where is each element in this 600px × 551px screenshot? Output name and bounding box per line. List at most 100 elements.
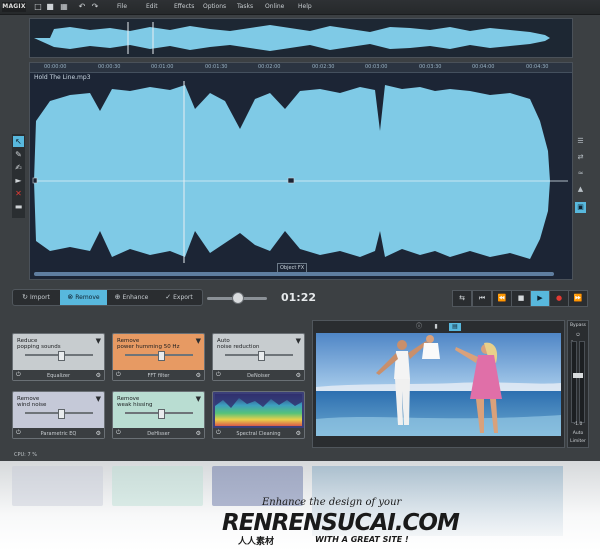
waveform-editor[interactable]: 00:00:00 00:00:30 00:01:00 00:01:30 00:0…: [29, 62, 573, 280]
video-view-icon[interactable]: ▤: [449, 323, 461, 331]
module-fft-filter[interactable]: Remove power humming 50 Hz ▼ ⏻ FFT filter…: [112, 333, 205, 381]
gear-icon[interactable]: ⚙: [196, 430, 201, 437]
menu-file[interactable]: File: [117, 2, 127, 12]
wave-view-icon[interactable]: ≈: [575, 168, 586, 179]
tab-import-label: Import: [29, 294, 50, 301]
spectrum-view-icon[interactable]: ▲: [575, 184, 586, 195]
tab-import[interactable]: ↻ Import: [13, 290, 59, 305]
zoom-icon[interactable]: ☰: [575, 136, 586, 147]
cpu-status: CPU: 7 %: [14, 452, 37, 458]
module-name: FFT filter: [147, 373, 170, 379]
module-slider-knob[interactable]: [58, 409, 65, 419]
menu-bar: MAGIX □ ■ ▦ ↶ ↷ File Edit Effects Option…: [0, 0, 600, 15]
play-icon: ▶: [537, 294, 543, 302]
lock-icon[interactable]: ▣: [575, 202, 586, 213]
stereo-icon[interactable]: ⇄: [575, 152, 586, 163]
ruler-tick: 00:03:00: [365, 64, 388, 70]
ruler-tick: 00:02:00: [258, 64, 281, 70]
menu-options[interactable]: Options: [203, 2, 226, 12]
meter-icon[interactable]: ▮: [430, 323, 442, 331]
eraser-tool-icon[interactable]: ▬: [13, 201, 24, 212]
bypass-button[interactable]: Bypass: [568, 323, 588, 328]
main-waveform[interactable]: [30, 81, 572, 263]
output-fader[interactable]: [573, 373, 583, 378]
loop-icon: ⇆: [459, 294, 465, 302]
ruler-tick: 00:01:00: [151, 64, 174, 70]
file-icon[interactable]: □: [33, 2, 43, 12]
scrollbar-thumb[interactable]: [34, 272, 554, 276]
undo-icon[interactable]: ↶: [77, 2, 87, 12]
auto-button[interactable]: Auto: [568, 431, 588, 436]
module-name: Parametric EQ: [40, 431, 77, 437]
dropdown-arrow-icon[interactable]: ▼: [96, 337, 101, 345]
reflection-module: [12, 466, 103, 506]
menu-edit[interactable]: Edit: [146, 2, 158, 12]
menu-help[interactable]: Help: [298, 2, 312, 12]
ruler-tick: 00:00:00: [44, 64, 67, 70]
gear-icon[interactable]: ⚙: [296, 372, 301, 379]
module-slider-knob[interactable]: [58, 351, 65, 361]
loop-button[interactable]: ⇆: [452, 290, 472, 307]
module-title: Remove wind noise: [17, 396, 47, 408]
module-slider-knob[interactable]: [158, 409, 165, 419]
fast-forward-button[interactable]: ⏩: [568, 290, 588, 307]
menu-online[interactable]: Online: [265, 2, 284, 12]
menu-effects[interactable]: Effects: [174, 2, 194, 12]
tab-enhance[interactable]: ⊕ Enhance: [108, 290, 155, 305]
record-icon: ●: [555, 294, 563, 302]
pointer-tool-icon[interactable]: ↖: [13, 136, 24, 147]
menu-tasks[interactable]: Tasks: [237, 2, 253, 12]
module-title: Reduce popping sounds: [17, 338, 61, 350]
tab-remove[interactable]: ⊗ Remove: [60, 290, 107, 305]
stop-button[interactable]: ■: [511, 290, 531, 307]
left-toolbar: ↖ ✎ ✍ ► ✕ ▬: [12, 134, 25, 218]
module-parametric-eq[interactable]: Remove wind noise ▼ ⏻ Parametric EQ ⚙: [12, 391, 105, 439]
module-denoiser[interactable]: Auto noise reduction ▼ ⏻ DeNoiser ⚙: [212, 333, 305, 381]
volume-slider-knob[interactable]: [232, 292, 244, 304]
reflection-module: [112, 466, 203, 506]
rewind-button[interactable]: ⏪: [492, 290, 512, 307]
dropdown-arrow-icon[interactable]: ▼: [196, 337, 201, 345]
dropdown-arrow-icon[interactable]: ▼: [196, 395, 201, 403]
ruler-tick: 00:00:30: [98, 64, 121, 70]
overview-waveform[interactable]: [29, 18, 573, 58]
redo-icon[interactable]: ↷: [90, 2, 100, 12]
horizontal-scrollbar[interactable]: [34, 272, 554, 276]
gear-icon[interactable]: ⚙: [196, 372, 201, 379]
gear-icon[interactable]: ⚙: [96, 430, 101, 437]
module-dehisser[interactable]: Remove weak hissing ▼ ⏻ DeHisser ⚙: [112, 391, 205, 439]
record-button[interactable]: ●: [549, 290, 569, 307]
right-toolbar: ☰ ⇄ ≈ ▲ ▣: [574, 134, 587, 220]
dropdown-arrow-icon[interactable]: ▼: [96, 395, 101, 403]
app-window: MAGIX □ ■ ▦ ↶ ↷ File Edit Effects Option…: [0, 0, 600, 461]
tab-enhance-label: Enhance: [122, 294, 149, 301]
playback-time: 01:22: [281, 291, 317, 304]
cut-tool-icon[interactable]: ✕: [13, 188, 24, 199]
limiter-button[interactable]: Limiter: [568, 439, 588, 444]
info-icon[interactable]: ⓘ: [413, 323, 425, 331]
module-name: DeNoiser: [247, 373, 270, 379]
module-equalizer[interactable]: Reduce popping sounds ▼ ⏻ Equalizer ⚙: [12, 333, 105, 381]
pencil-tool-icon[interactable]: ✎: [13, 149, 24, 160]
module-title: Auto noise reduction: [217, 338, 260, 350]
play-button[interactable]: ▶: [530, 290, 550, 307]
rewind-icon: ⏪: [497, 294, 507, 302]
brush-tool-icon[interactable]: ✍: [13, 162, 24, 173]
timeline-ruler[interactable]: 00:00:00 00:00:30 00:01:00 00:01:30 00:0…: [30, 63, 572, 73]
module-title: Remove power humming 50 Hz: [117, 338, 180, 350]
open-folder-icon[interactable]: ■: [45, 2, 55, 12]
module-slider-knob[interactable]: [158, 351, 165, 361]
module-spectral-cleaning[interactable]: ⏻ Spectral Cleaning ⚙: [212, 391, 305, 439]
save-icon[interactable]: ▦: [59, 2, 69, 12]
tab-export[interactable]: ✓ Export: [156, 290, 202, 305]
dropdown-arrow-icon[interactable]: ▼: [296, 337, 301, 345]
module-name: Spectral Cleaning: [236, 431, 281, 437]
power-icon[interactable]: ⏻: [568, 332, 588, 338]
gear-icon[interactable]: ⚙: [296, 430, 301, 437]
ruler-tick: 00:04:30: [526, 64, 549, 70]
gear-icon[interactable]: ⚙: [96, 372, 101, 379]
go-to-start-icon: ⏮: [478, 294, 486, 302]
go-to-start-button[interactable]: ⏮: [472, 290, 492, 307]
scrub-tool-icon[interactable]: ►: [13, 175, 24, 186]
module-slider-knob[interactable]: [258, 351, 265, 361]
